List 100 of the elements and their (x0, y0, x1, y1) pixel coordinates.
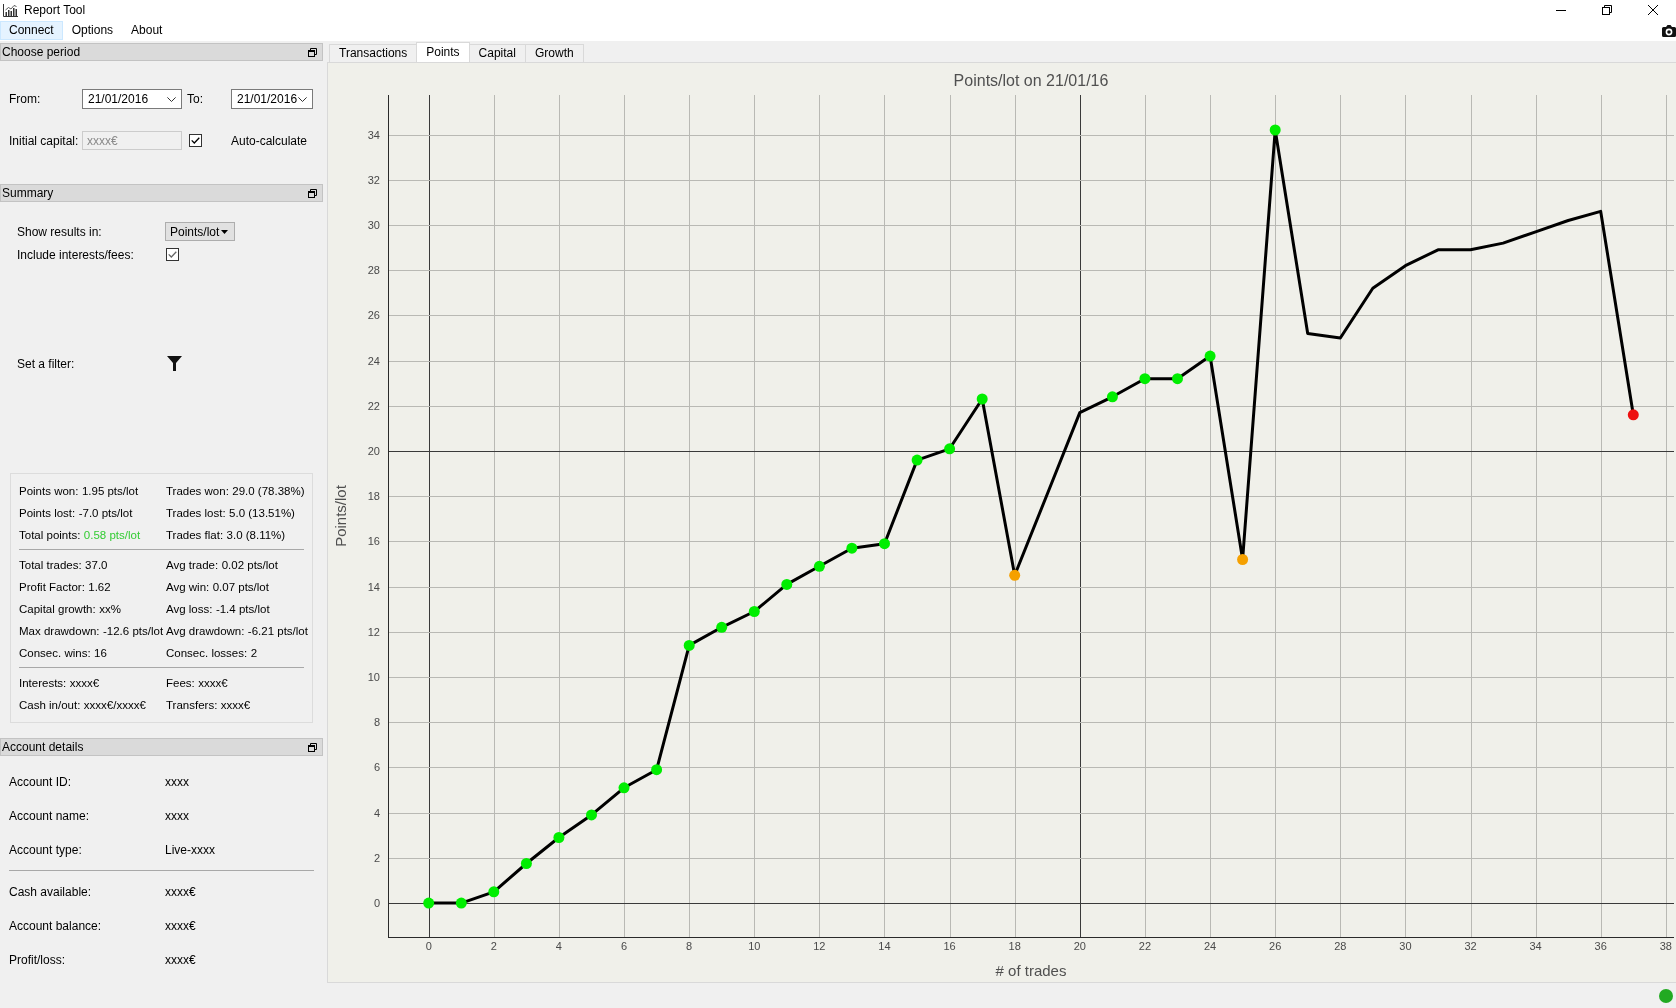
date-dropdown[interactable]: 21/01/2016 (82, 89, 182, 109)
bar-chart-icon (3, 3, 18, 17)
stat-value: -7.0 pts/lot (78, 507, 133, 519)
axis-tick-label: 8 (373, 716, 380, 729)
stat-label: Capital growth: (19, 603, 96, 615)
data-point (781, 578, 793, 590)
axis-tick-label: 14 (878, 940, 891, 952)
field-value: xxxx€ (165, 953, 196, 967)
restore-icon[interactable] (1602, 5, 1612, 15)
axis-tick-label: 34 (367, 128, 380, 141)
axis-tick-label: 30 (367, 218, 380, 231)
axis-tick-label: 12 (813, 940, 826, 952)
field-label: Include interests/fees: (17, 247, 135, 262)
axis-tick-label: 8 (686, 940, 693, 952)
stat-label: Trades lost: (166, 507, 226, 519)
data-point (1627, 409, 1639, 421)
axis-tick-label: 18 (367, 490, 380, 503)
field-label: Cash available: (9, 885, 93, 899)
axis-tick-label: 32 (367, 173, 380, 186)
stat-value: -1.4 pts/lot (215, 603, 270, 615)
tab[interactable]: Capital (468, 44, 526, 62)
axis-tick-label: 18 (1008, 940, 1021, 952)
axis-tick-label: 38 (1659, 940, 1672, 952)
chevron-down-icon (298, 96, 307, 102)
axis-tick-label: 28 (367, 264, 380, 277)
stat-value: xxxx€/xxxx€ (83, 699, 146, 711)
stat-value: -6.21 pts/lot (247, 625, 308, 637)
stat-label: Trades won: (166, 485, 229, 497)
axis-tick-label: 26 (367, 309, 380, 322)
data-point (976, 393, 988, 405)
stat-label: Fees: (166, 677, 195, 689)
data-point (911, 454, 923, 466)
panel-title: Choose period (2, 45, 81, 59)
axis-tick-label: 30 (1399, 940, 1412, 952)
axis-tick-label: 0 (373, 897, 380, 910)
x-axis-label: # of trades (995, 962, 1067, 979)
stat-label: Transfers: (166, 699, 218, 711)
stat-value: 5.0 (13.51%) (229, 507, 295, 519)
field-label: Account type: (9, 843, 83, 857)
stat-label: Max drawdown: (19, 625, 100, 637)
tab[interactable]: Growth (524, 44, 584, 62)
data-point (748, 606, 760, 617)
stat-label: Points lost: (19, 507, 76, 519)
data-point (553, 832, 565, 843)
checkbox[interactable] (166, 248, 179, 261)
stat-value: 0.58 pts/lot (83, 529, 141, 541)
axis-tick-label: 20 (1073, 940, 1086, 952)
field-label: Profit/loss: (9, 953, 66, 967)
axis-tick-label: 22 (367, 399, 380, 412)
data-point (1204, 350, 1216, 362)
field-label: Account ID: (9, 775, 73, 789)
stat-label: Total trades: (19, 559, 82, 571)
data-point (586, 809, 597, 821)
field-value: Live-xxxx (165, 843, 215, 857)
stat-value: xxxx€ (198, 677, 228, 689)
axis-tick-label: 20 (367, 445, 380, 457)
data-point (716, 621, 728, 633)
units-dropdown[interactable]: Points/lot (165, 222, 235, 241)
stat-value: 0.07 pts/lot (212, 581, 269, 593)
camera-icon[interactable] (1662, 25, 1676, 37)
filter-icon[interactable] (167, 356, 182, 371)
stat-label: Consec. wins: (19, 647, 91, 659)
caret-down-icon (221, 229, 228, 234)
field-label: Account name: (9, 809, 91, 823)
axis-tick-label: 24 (367, 354, 380, 367)
axis-tick-label: 16 (367, 535, 380, 548)
data-point (1106, 391, 1118, 403)
minimize-icon[interactable] (1556, 9, 1566, 11)
axis-tick-label: 22 (1138, 940, 1152, 952)
data-point (455, 897, 467, 909)
stat-value: xxxx€ (220, 699, 251, 711)
restore-icon[interactable] (308, 188, 317, 198)
restore-icon[interactable] (308, 47, 317, 57)
axis-tick-label: 0 (425, 940, 432, 952)
tab[interactable]: Points (416, 42, 470, 62)
data-point (423, 897, 435, 909)
data-point (1237, 554, 1249, 565)
checkbox[interactable] (189, 134, 202, 147)
close-icon[interactable] (1648, 5, 1658, 15)
axis-tick-label: 16 (943, 940, 956, 952)
menu-item[interactable]: Options (62, 21, 123, 40)
data-point (1139, 373, 1151, 385)
data-point (683, 639, 695, 651)
menu-item[interactable]: About (122, 21, 172, 40)
axis-tick-label: 6 (373, 761, 380, 774)
axis-tick-label: 24 (1203, 940, 1217, 952)
axis-tick-label: 12 (367, 625, 380, 638)
axis-tick-label: 28 (1334, 940, 1347, 952)
y-axis-label: Points/lot (332, 485, 349, 547)
restore-icon[interactable] (308, 742, 317, 752)
tab[interactable]: Transactions (329, 44, 418, 62)
date-dropdown[interactable]: 21/01/2016 (231, 89, 313, 109)
axis-tick-label: 36 (1594, 940, 1607, 952)
field-value: xxxx€ (165, 919, 196, 933)
stat-label: Cash in/out: (19, 699, 81, 711)
stat-value: 0.02 pts/lot (221, 559, 278, 571)
menu-item[interactable]: Connect (0, 21, 63, 40)
stat-value: 1.62 (88, 581, 111, 593)
axis-tick-label: 4 (555, 940, 562, 952)
data-point (944, 443, 956, 455)
